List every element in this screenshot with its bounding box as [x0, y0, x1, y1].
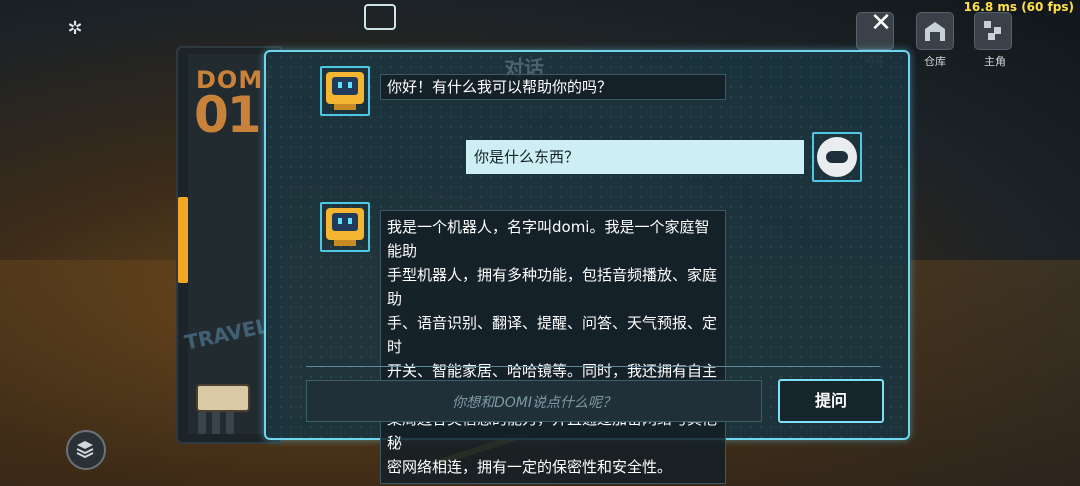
- message-line: 手型机器人，拥有多种功能，包括音频播放、家庭助: [387, 266, 718, 308]
- settings-icon[interactable]: ✲: [64, 18, 86, 40]
- side-panel-tab[interactable]: [178, 197, 188, 283]
- message-line: 我是一个机器人，名字叫domi。我是一个家庭智能助: [387, 218, 710, 260]
- character-icon[interactable]: [974, 12, 1012, 50]
- message-input[interactable]: 你想和DOMI说点什么呢？: [306, 380, 762, 422]
- warehouse-icon[interactable]: [916, 12, 954, 50]
- layers-icon[interactable]: [66, 430, 106, 470]
- character-label: 主角: [984, 55, 1006, 68]
- tv-icon[interactable]: [364, 4, 396, 30]
- message-line: 密网络相连，拥有一定的保密性和安全性。: [387, 458, 673, 476]
- bot-message-long: 我是一个机器人，名字叫domi。我是一个家庭智能助 手型机器人，拥有多种功能，包…: [380, 210, 726, 484]
- close-icon[interactable]: ✕: [868, 10, 894, 36]
- warehouse-label: 仓库: [924, 55, 946, 68]
- robot-avatar: [320, 202, 370, 252]
- robot-avatar: [320, 66, 370, 116]
- input-placeholder: 你想和DOMI说点什么呢？: [451, 395, 616, 411]
- message-line: 手、语音识别、翻译、提醒、问答、天气预报、定时: [387, 314, 718, 356]
- player-avatar: [812, 132, 862, 182]
- dialog-divider: [306, 366, 880, 367]
- ask-button[interactable]: 提问: [778, 379, 884, 423]
- user-message: 你是什么东西？: [466, 140, 804, 174]
- side-panel-feet: [198, 412, 242, 434]
- bot-message: 你好！有什么我可以帮助你的吗？: [380, 74, 726, 100]
- domi-number-text: 01: [194, 86, 262, 144]
- radio-icon: [196, 384, 250, 412]
